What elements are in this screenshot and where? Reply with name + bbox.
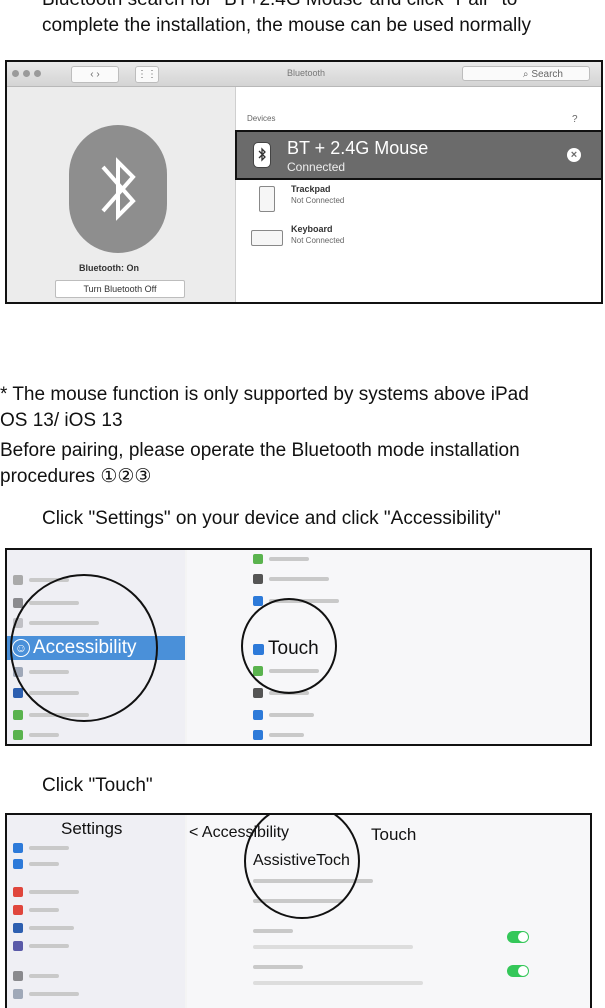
toggle-switch-2[interactable]	[507, 965, 529, 977]
device-status: Connected	[287, 160, 346, 174]
step-2-instruction: Click "Touch"	[42, 775, 153, 796]
window-minimize-dot[interactable]	[23, 70, 30, 77]
devices-label: Devices	[247, 114, 276, 123]
settings-label: Settings	[61, 819, 123, 838]
highlight-circle-accessibility	[10, 574, 158, 722]
grid-view-button[interactable]: ⋮⋮	[135, 66, 159, 83]
settings-screenshot-1: ☺ Accessibility Touch	[5, 548, 592, 746]
note-2-line-2: procedures ①②③	[0, 466, 152, 487]
step-1-instruction: Click "Settings" on your device and clic…	[42, 508, 501, 529]
settings-sidebar: Settings	[7, 815, 185, 1008]
touch-title: Touch	[371, 825, 417, 844]
search-icon: ⌕	[522, 69, 529, 80]
bluetooth-icon	[69, 125, 167, 253]
device-status: Not Connected	[291, 196, 345, 205]
help-icon[interactable]: ?	[572, 114, 578, 125]
device-row-highlighted[interactable]: BT + 2.4G Mouse Connected ×	[235, 130, 601, 180]
search-field[interactable]: ⌕ Search	[462, 66, 590, 81]
device-name: BT + 2.4G Mouse	[287, 138, 429, 158]
settings-screenshot-2: Settings < Accessibility Touch Assistive…	[5, 813, 592, 1008]
note-2-line-1: Before pairing, please operate the Bluet…	[0, 440, 520, 461]
highlight-circle-touch	[241, 598, 337, 694]
turn-bluetooth-off-button[interactable]: Turn Bluetooth Off	[55, 280, 185, 298]
note-1-line-1: * The mouse function is only supported b…	[0, 384, 529, 405]
note-1-line-2: OS 13/ iOS 13	[0, 410, 123, 431]
bluetooth-status-pane: Bluetooth: On Turn Bluetooth Off	[7, 87, 236, 302]
intro-line-2: complete the installation, the mouse can…	[42, 15, 531, 36]
device-name: Trackpad	[291, 184, 331, 194]
window-title: Bluetooth	[287, 68, 326, 78]
device-name: Keyboard	[291, 224, 333, 234]
window-close-dot[interactable]	[12, 70, 19, 77]
window-zoom-dot[interactable]	[34, 70, 41, 77]
device-status: Not Connected	[291, 236, 345, 245]
trackpad-icon	[259, 186, 275, 212]
device-bluetooth-icon	[253, 142, 271, 168]
keyboard-icon	[251, 230, 283, 246]
bluetooth-window: ‹ › ⋮⋮ Bluetooth ⌕ Search Bluetooth: On …	[5, 60, 603, 304]
device-row-trackpad[interactable]: Trackpad Not Connected	[247, 184, 567, 214]
device-row-keyboard[interactable]: Keyboard Not Connected	[247, 224, 567, 254]
disconnect-icon[interactable]: ×	[567, 148, 581, 162]
bluetooth-status-text: Bluetooth: On	[79, 263, 139, 273]
window-toolbar: ‹ › ⋮⋮ Bluetooth ⌕ Search	[7, 62, 601, 87]
toggle-switch-1[interactable]	[507, 931, 529, 943]
back-forward-button[interactable]: ‹ ›	[71, 66, 119, 83]
intro-line-1: Bluetooth search for "BT+2.4G Mouse"and …	[42, 0, 517, 12]
